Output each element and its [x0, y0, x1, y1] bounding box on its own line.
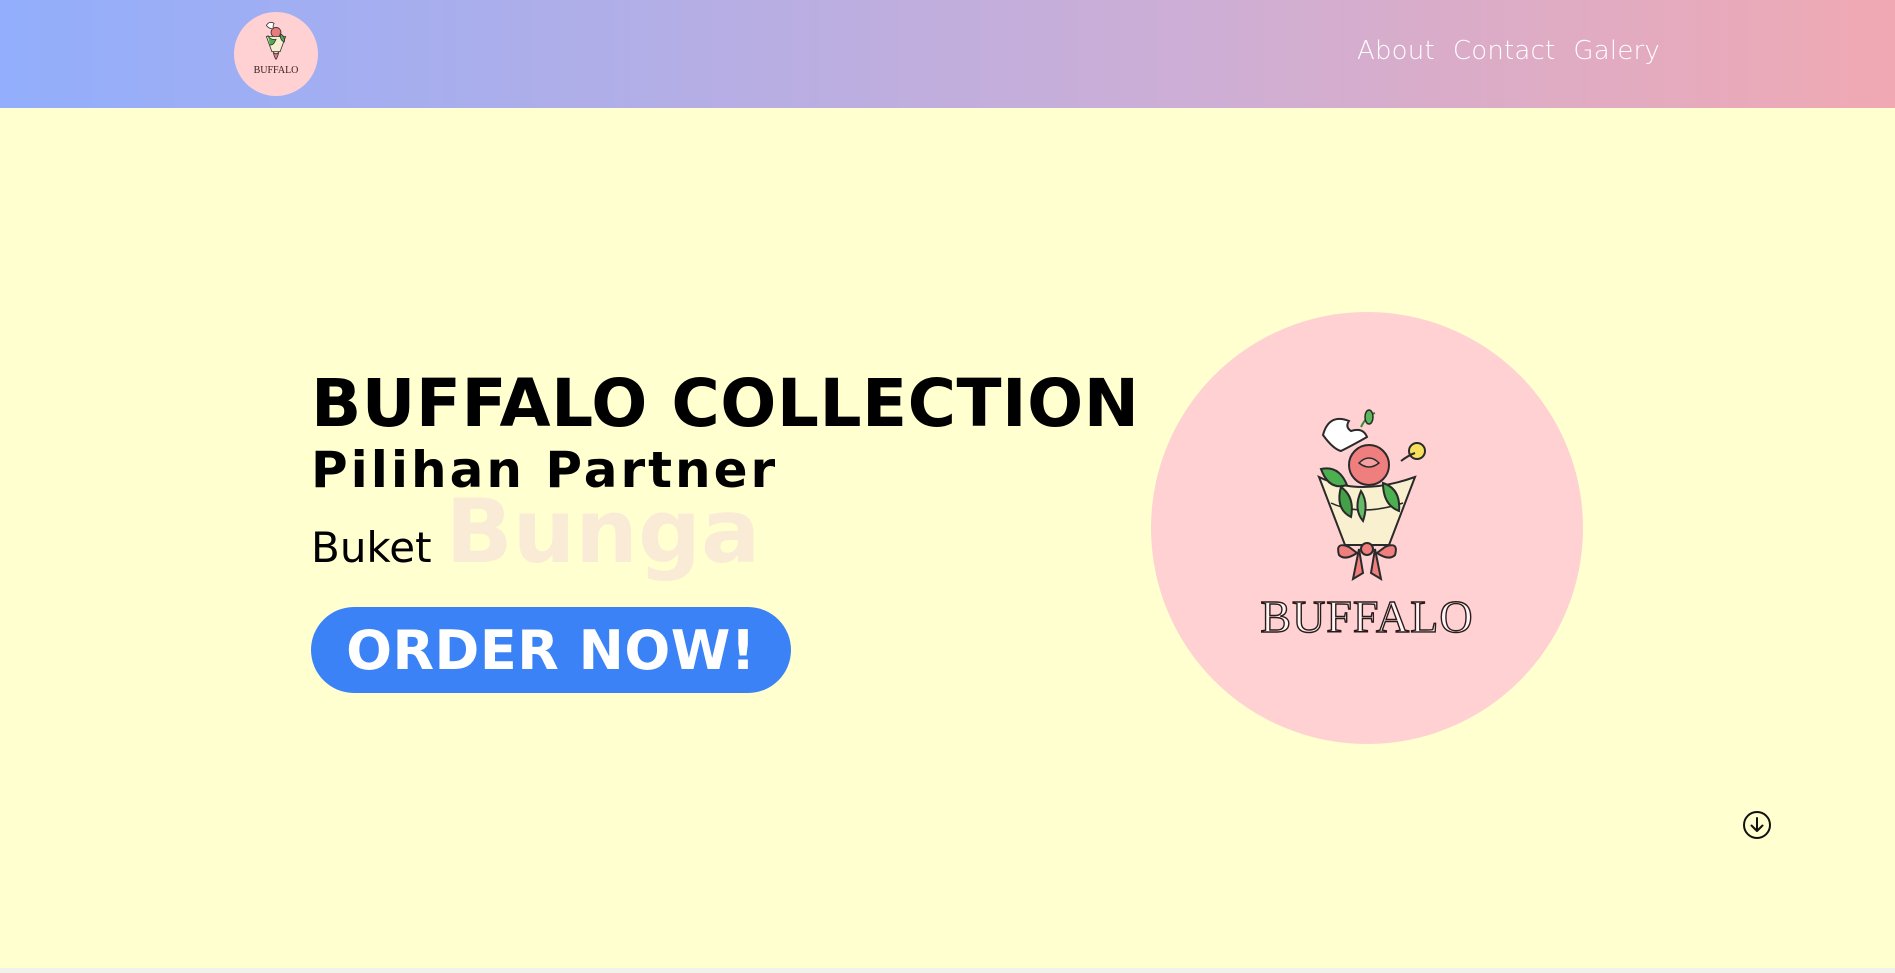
hero-tagline: Buket Bunga [311, 480, 760, 583]
nav-link-contact[interactable]: Contact [1453, 36, 1556, 66]
nav-link-about[interactable]: About [1357, 36, 1435, 66]
bouquet-icon [265, 21, 287, 60]
bottom-divider [0, 968, 1895, 973]
nav-logo[interactable]: BUFFALO [234, 12, 318, 96]
hero-title: BUFFALO COLLECTION [311, 365, 1140, 442]
nav-link-galery[interactable]: Galery [1573, 36, 1660, 66]
bouquet-icon [1317, 409, 1426, 582]
hero-logo-text: BUFFALO [1260, 590, 1474, 642]
tagline-prefix: Buket [311, 523, 432, 572]
nav-links: About Contact Galery [1357, 36, 1660, 66]
nav-logo-text: BUFFALO [253, 65, 299, 76]
tagline-highlight: Bunga [445, 480, 761, 583]
arrow-down-circle-icon[interactable] [1742, 810, 1772, 840]
order-now-button[interactable]: ORDER NOW! [311, 607, 791, 693]
hero-logo: BUFFALO [1151, 312, 1583, 744]
navbar: BUFFALO About Contact Galery [0, 0, 1895, 108]
